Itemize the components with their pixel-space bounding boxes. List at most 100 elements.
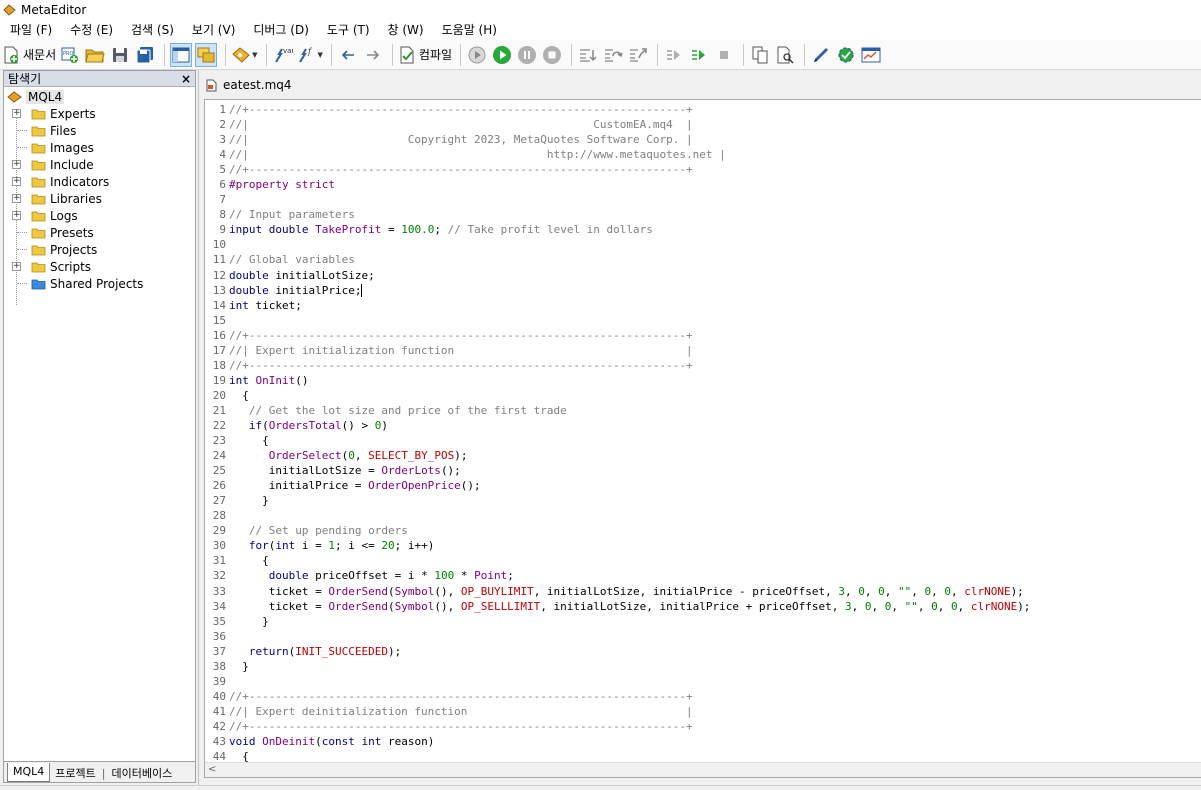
menu-bar: 파일 (F) 수정 (E) 검색 (S) 보기 (V) 디버그 (D) 도구 (… <box>0 19 1201 40</box>
folder-icon <box>31 194 46 204</box>
search-document-icon <box>777 46 794 64</box>
toolbar-separator <box>164 43 166 66</box>
tree-item-experts[interactable]: + Experts <box>4 105 195 122</box>
code-line: } <box>229 659 249 673</box>
list-names-button[interactable]: var <box>272 43 294 67</box>
folder-open-icon <box>85 49 105 62</box>
file-tab[interactable]: eatest.mq4 <box>206 75 298 95</box>
pause-debug-button[interactable] <box>516 43 538 67</box>
profiling-stop-button[interactable] <box>713 43 735 67</box>
folder-icon <box>31 143 46 153</box>
line-number: 24 <box>212 449 226 463</box>
tree-item-label: Indicators <box>50 174 110 189</box>
menu-window[interactable]: 창 (W) <box>382 21 430 38</box>
tree-branch-line <box>17 283 27 284</box>
tree-item-label: Libraries <box>50 191 102 206</box>
menu-help[interactable]: 도움말 (H) <box>436 21 503 38</box>
tab-database[interactable]: 데이터베이스 <box>106 763 174 782</box>
folder-icon <box>31 211 46 221</box>
navigator-title: 탐색기 <box>8 72 42 86</box>
line-number: 19 <box>212 373 226 387</box>
folder-icon <box>31 177 46 187</box>
menu-edit[interactable]: 수정 (E) <box>64 21 119 38</box>
tree-item-images[interactable]: Images <box>4 139 195 156</box>
tree-item-libraries[interactable]: + Libraries <box>4 190 195 207</box>
profiling-real-button[interactable] <box>688 43 710 67</box>
compile-button[interactable]: 컴파일 <box>398 43 452 67</box>
market-button[interactable] <box>835 43 857 67</box>
tree-item-logs[interactable]: + Logs <box>4 207 195 224</box>
tree-item-presets[interactable]: Presets <box>4 224 195 241</box>
tree-root-label: MQL4 <box>26 89 65 104</box>
folder-icon <box>31 109 46 119</box>
tools-button[interactable] <box>810 43 832 67</box>
code-editor[interactable]: 1 2 3 4 5 6 7 8 9 10 11 12 13 14 15 16 17 18 19 20 21 22 23 24 2… <box>204 99 1201 778</box>
expand-plus-icon[interactable]: + <box>12 109 21 118</box>
navigate-forward-button[interactable] <box>362 43 384 67</box>
menu-tools[interactable]: 도구 (T) <box>321 21 376 38</box>
code-content[interactable]: //+-------------------------------------… <box>229 102 1201 764</box>
tree-item-scripts[interactable]: + Scripts <box>4 258 195 275</box>
line-number: 28 <box>212 509 226 523</box>
line-number: 33 <box>212 584 226 598</box>
copy-button[interactable] <box>749 43 771 67</box>
expand-plus-icon[interactable]: + <box>12 262 21 271</box>
menu-file[interactable]: 파일 (F) <box>4 21 58 38</box>
new-project-button[interactable]: PROJ <box>59 43 81 67</box>
menu-view[interactable]: 보기 (V) <box>186 21 241 38</box>
parameter-info-button[interactable]: f ▼ <box>297 43 323 67</box>
menu-search[interactable]: 검색 (S) <box>125 21 180 38</box>
scroll-left-icon[interactable]: < <box>208 764 216 775</box>
tree-item-projects[interactable]: Projects <box>4 241 195 258</box>
line-number: 20 <box>212 388 226 402</box>
step-out-button[interactable] <box>627 43 649 67</box>
start-on-history-button[interactable] <box>466 43 488 67</box>
tab-mql4[interactable]: MQL4 <box>7 763 51 782</box>
tree-branch-line <box>17 147 27 148</box>
horizontal-scrollbar[interactable]: < <box>205 762 1201 777</box>
navigate-back-button[interactable] <box>337 43 359 67</box>
line-number: 15 <box>212 313 226 327</box>
new-file-label: 새문서 <box>23 48 57 62</box>
code-line: for(int i = 1; i <= 20; i++) <box>248 539 435 553</box>
step-into-button[interactable] <box>577 43 599 67</box>
expand-plus-icon[interactable]: + <box>12 194 21 203</box>
code-line: //+-------------------------------------… <box>229 719 693 733</box>
tree-item-shared-projects[interactable]: Shared Projects <box>4 275 195 292</box>
stop-debug-button[interactable] <box>541 43 563 67</box>
tree-item-include[interactable]: + Include <box>4 156 195 173</box>
save-button[interactable] <box>109 43 131 67</box>
styler-button[interactable]: ▼ <box>231 43 258 67</box>
code-line: ticket = OrderSend(Symbol(), OP_SELLLIMI… <box>229 599 1031 613</box>
tree-root-mql4[interactable]: MQL4 <box>4 88 195 105</box>
tree-item-label: Images <box>50 140 94 155</box>
chevron-down-icon: ▼ <box>317 50 323 59</box>
menu-debug[interactable]: 디버그 (D) <box>247 21 315 38</box>
tree-item-indicators[interactable]: + Indicators <box>4 173 195 190</box>
tab-project[interactable]: 프로젝트 <box>50 763 100 782</box>
mq4-file-icon <box>206 79 217 91</box>
navigator-tabs: MQL4 프로젝트 | 데이터베이스 <box>4 761 195 782</box>
save-all-button[interactable] <box>134 43 156 67</box>
expand-plus-icon[interactable]: + <box>12 211 21 220</box>
step-over-button[interactable] <box>602 43 624 67</box>
tree-item-files[interactable]: Files <box>4 122 195 139</box>
find-in-files-button[interactable] <box>774 43 796 67</box>
toggle-toolbox-button[interactable] <box>195 42 218 67</box>
toggle-navigator-button[interactable] <box>170 42 193 67</box>
arrow-left-icon <box>341 49 354 60</box>
expand-plus-icon[interactable]: + <box>12 177 21 186</box>
open-button[interactable] <box>84 43 106 67</box>
start-debug-button[interactable] <box>491 43 513 67</box>
folder-icon <box>31 245 46 255</box>
code-line: //| Expert initialization function | <box>229 343 693 357</box>
new-file-button[interactable]: 새문서 <box>2 43 56 67</box>
expand-plus-icon[interactable]: + <box>12 160 21 169</box>
copy-document-icon <box>752 46 768 63</box>
terminal-button[interactable] <box>860 43 882 67</box>
close-icon[interactable]: × <box>181 72 191 86</box>
save-all-icon <box>136 46 154 63</box>
brush-icon <box>814 47 829 62</box>
profiling-history-button[interactable] <box>663 43 685 67</box>
project-icon: PROJ <box>61 47 79 63</box>
